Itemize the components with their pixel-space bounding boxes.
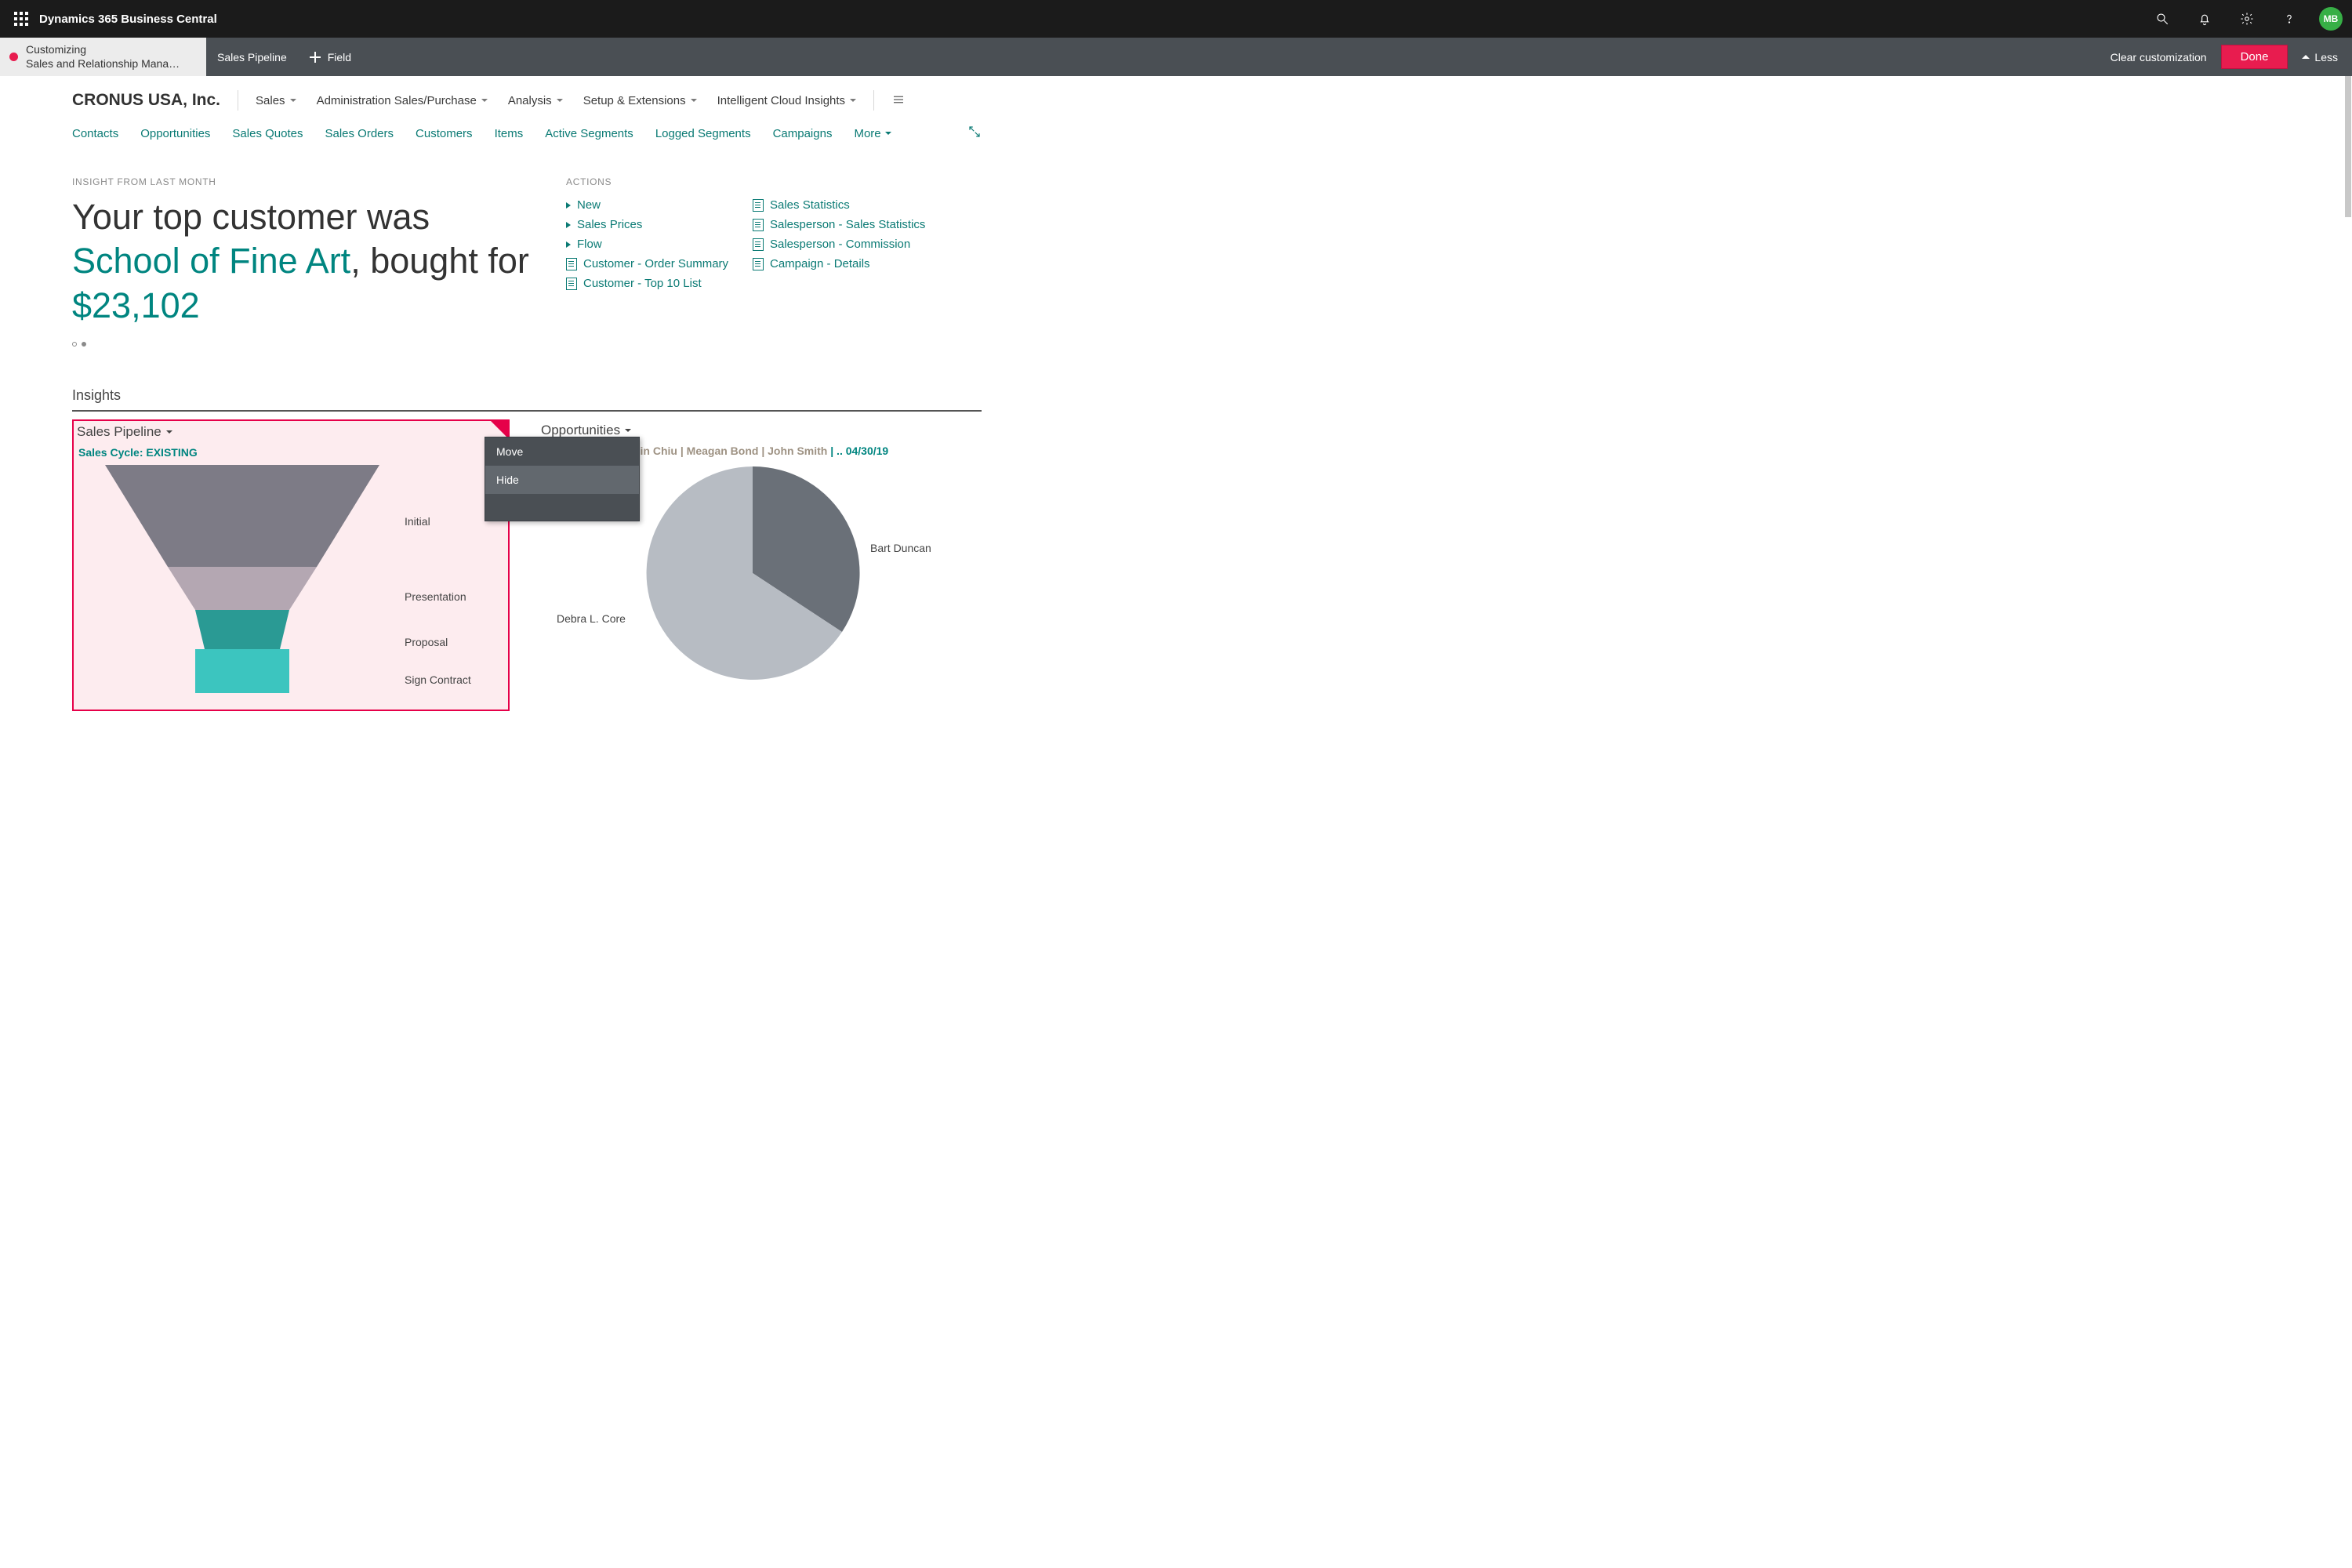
customizing-target: Sales and Relationship Mana… (26, 57, 180, 71)
chevron-right-icon (566, 202, 571, 209)
chevron-down-icon (166, 430, 172, 434)
app-top-bar: Dynamics 365 Business Central MB (0, 0, 2352, 38)
subnav-contacts[interactable]: Contacts (72, 127, 118, 140)
subnav-opportunities[interactable]: Opportunities (140, 127, 210, 140)
pager-dot[interactable] (72, 342, 77, 347)
subnav-items[interactable]: Items (495, 127, 524, 140)
chevron-up-icon (2302, 55, 2310, 59)
insight-pager[interactable] (72, 342, 541, 347)
hamburger-icon[interactable] (891, 93, 906, 109)
subnav-sales-orders[interactable]: Sales Orders (325, 127, 394, 140)
actions-label: ACTIONS (566, 176, 982, 187)
chevron-down-icon (625, 429, 631, 432)
nav-tab-setup[interactable]: Setup & Extensions (583, 94, 697, 107)
insight-amount: $23,102 (72, 285, 200, 325)
plus-icon (309, 51, 321, 64)
expand-icon[interactable] (967, 125, 982, 142)
subnav-sales-quotes[interactable]: Sales Quotes (232, 127, 303, 140)
document-icon (753, 219, 764, 231)
subnav-customers[interactable]: Customers (416, 127, 473, 140)
current-part-label: Sales Pipeline (206, 38, 298, 76)
chevron-down-icon (557, 99, 563, 102)
company-name: CRONUS USA, Inc. (72, 91, 220, 110)
document-icon (753, 258, 764, 270)
subnav-logged-segments[interactable]: Logged Segments (655, 127, 751, 140)
insight-headline: Your top customer was School of Fine Art… (72, 195, 541, 328)
customizing-label: Customizing (26, 43, 180, 57)
less-label: Less (2314, 51, 2338, 64)
search-icon[interactable] (2147, 3, 2178, 34)
context-menu-hide[interactable]: Hide (485, 466, 639, 494)
pie-label-debra: Debra L. Core (557, 612, 626, 625)
page-scroll-area[interactable]: CRONUS USA, Inc. Sales Administration Sa… (0, 76, 2352, 1568)
subnav-campaigns[interactable]: Campaigns (773, 127, 833, 140)
app-launcher-icon[interactable] (14, 12, 28, 26)
action-order-summary[interactable]: Customer - Order Summary (566, 257, 748, 270)
help-icon[interactable] (2274, 3, 2305, 34)
context-menu-spacer (485, 494, 639, 521)
customizing-indicator: Customizing Sales and Relationship Mana… (0, 38, 206, 76)
sales-pipeline-card[interactable]: Sales Pipeline Move Hide Sales Cycle: EX… (72, 419, 510, 711)
scrollbar-thumb[interactable] (2345, 76, 2351, 217)
context-menu-move[interactable]: Move (485, 437, 639, 466)
sales-cycle-label[interactable]: Sales Cycle: EXISTING (77, 443, 505, 465)
context-menu: Move Hide (485, 437, 640, 521)
document-icon (566, 278, 577, 290)
document-icon (753, 238, 764, 251)
user-avatar[interactable]: MB (2319, 7, 2343, 31)
document-icon (753, 199, 764, 212)
action-flow[interactable]: Flow (566, 238, 748, 251)
divider (873, 90, 874, 111)
customize-ribbon: Customizing Sales and Relationship Mana…… (0, 38, 2352, 76)
nav-tabs: Sales Administration Sales/Purchase Anal… (256, 94, 856, 107)
chevron-down-icon (481, 99, 488, 102)
action-top10[interactable]: Customer - Top 10 List (566, 277, 748, 290)
add-field-button[interactable]: Field (298, 38, 362, 76)
chevron-down-icon (885, 132, 891, 135)
add-field-label: Field (328, 51, 351, 64)
action-sales-prices[interactable]: Sales Prices (566, 218, 748, 231)
chevron-down-icon (691, 99, 697, 102)
action-commission[interactable]: Salesperson - Commission (753, 238, 935, 251)
nav-tab-admin[interactable]: Administration Sales/Purchase (317, 94, 488, 107)
notifications-icon[interactable] (2189, 3, 2220, 34)
subnav-more[interactable]: More (854, 127, 891, 140)
subnav: Contacts Opportunities Sales Quotes Sale… (72, 125, 982, 142)
insight-label: INSIGHT FROM LAST MONTH (72, 176, 541, 187)
less-toggle[interactable]: Less (2302, 51, 2338, 64)
document-icon (566, 258, 577, 270)
record-dot-icon (9, 53, 18, 61)
nav-tab-sales[interactable]: Sales (256, 94, 296, 107)
subnav-active-segments[interactable]: Active Segments (545, 127, 633, 140)
insight-customer-name[interactable]: School of Fine Art (72, 241, 350, 281)
action-campaign-details[interactable]: Campaign - Details (753, 257, 935, 270)
funnel-chart: Initial Presentation Proposal Sign Contr… (77, 465, 505, 706)
action-sales-stats[interactable]: Sales Statistics (753, 198, 935, 212)
insights-section-title: Insights (72, 387, 982, 412)
chevron-right-icon (566, 241, 571, 248)
pie-label-bart: Bart Duncan (870, 542, 931, 554)
chevron-right-icon (566, 222, 571, 228)
card-title-sales-pipeline[interactable]: Sales Pipeline (77, 421, 505, 443)
chevron-down-icon (290, 99, 296, 102)
app-title: Dynamics 365 Business Central (39, 13, 217, 26)
chevron-down-icon (850, 99, 856, 102)
action-new[interactable]: New (566, 198, 748, 212)
pager-dot-active[interactable] (82, 342, 86, 347)
action-salesperson-stats[interactable]: Salesperson - Sales Statistics (753, 218, 935, 231)
done-button[interactable]: Done (2221, 45, 2288, 69)
nav-tab-analysis[interactable]: Analysis (508, 94, 563, 107)
settings-icon[interactable] (2231, 3, 2263, 34)
company-header-row: CRONUS USA, Inc. Sales Administration Sa… (72, 90, 982, 111)
nav-tab-cloud[interactable]: Intelligent Cloud Insights (717, 94, 856, 107)
clear-customization-link[interactable]: Clear customization (2111, 51, 2207, 64)
